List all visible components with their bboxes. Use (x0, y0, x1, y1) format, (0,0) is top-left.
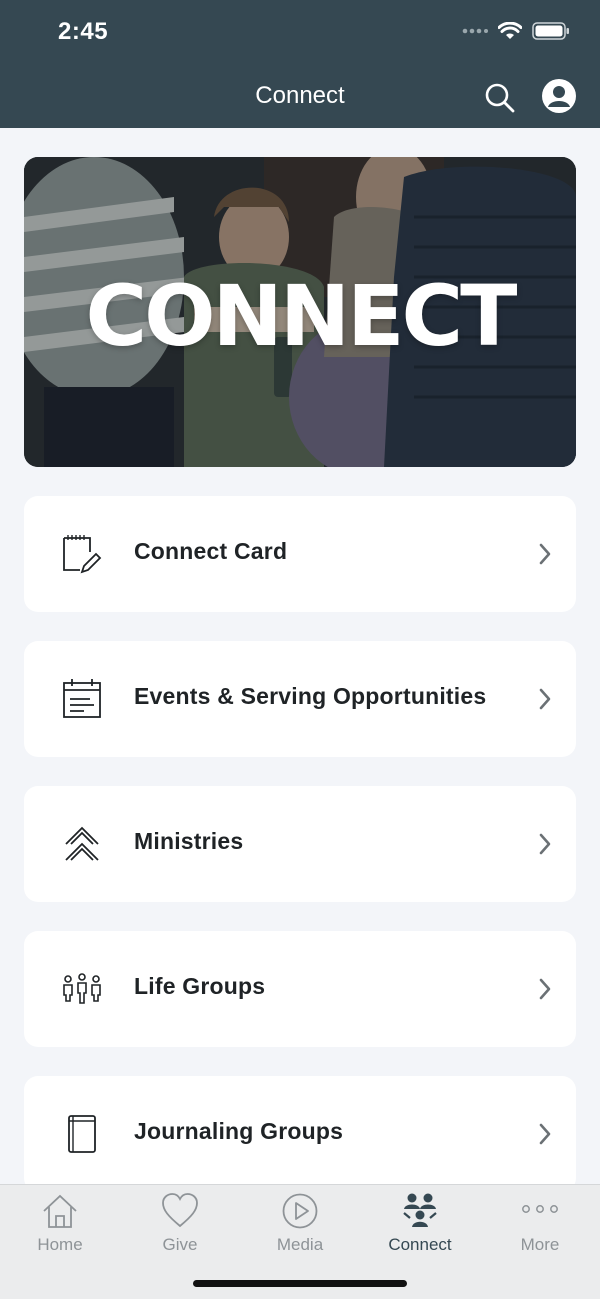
play-circle-icon (282, 1193, 318, 1229)
battery-icon (532, 22, 569, 40)
status-bar: 2:45 (0, 0, 600, 64)
home-icon (43, 1194, 77, 1228)
tab-media[interactable]: Media (240, 1185, 360, 1265)
search-icon[interactable] (482, 80, 518, 116)
menu-item-events[interactable]: Events & Serving Opportunities (24, 641, 576, 757)
chevron-right-icon (539, 978, 551, 1000)
heart-icon (162, 1193, 198, 1228)
people-icon (403, 1193, 437, 1227)
tab-label: Media (276, 1235, 324, 1254)
tab-label: Connect (388, 1235, 452, 1254)
tab-label: Give (162, 1235, 198, 1254)
tab-more[interactable]: More (480, 1185, 600, 1265)
hero-banner[interactable]: CONNECT (24, 157, 576, 467)
tab-bar: Home Give Media Connect More (0, 1184, 600, 1299)
double-chevron-up-icon (65, 826, 99, 861)
menu-item-label: Life Groups (134, 973, 266, 999)
status-time: 2:45 (58, 18, 109, 45)
book-icon (68, 1115, 96, 1153)
tab-label: More (520, 1235, 560, 1254)
status-icons (462, 22, 570, 40)
menu-item-label: Events & Serving Opportunities (134, 683, 487, 709)
home-indicator (193, 1280, 407, 1287)
menu-item-ministries[interactable]: Ministries (24, 786, 576, 902)
chevron-right-icon (539, 1123, 551, 1145)
more-dots-icon (522, 1205, 558, 1213)
chevron-right-icon (539, 688, 551, 710)
tab-connect[interactable]: Connect (360, 1185, 480, 1265)
calendar-icon (63, 679, 101, 718)
people-group-icon (63, 973, 101, 1004)
chevron-right-icon (539, 543, 551, 565)
profile-icon[interactable] (541, 78, 577, 114)
signal-icon (462, 28, 488, 34)
tab-give[interactable]: Give (120, 1185, 240, 1265)
menu-item-label: Ministries (134, 828, 244, 854)
tab-home[interactable]: Home (0, 1185, 120, 1265)
chevron-right-icon (539, 833, 551, 855)
menu-item-label: Journaling Groups (134, 1118, 344, 1144)
menu-item-journaling-groups[interactable]: Journaling Groups (24, 1076, 576, 1184)
menu-item-label: Connect Card (134, 538, 288, 564)
menu-item-life-groups[interactable]: Life Groups (24, 931, 576, 1047)
nav-bar: Connect (0, 64, 600, 128)
hero-title: CONNECT (85, 267, 518, 365)
tab-label: Home (37, 1235, 83, 1254)
menu-item-connect-card[interactable]: Connect Card (24, 496, 576, 612)
wifi-icon (498, 22, 522, 39)
content-scroll[interactable]: CONNECT Connect Card Events & Serving Op… (0, 128, 600, 1184)
note-pencil-icon (63, 535, 102, 574)
